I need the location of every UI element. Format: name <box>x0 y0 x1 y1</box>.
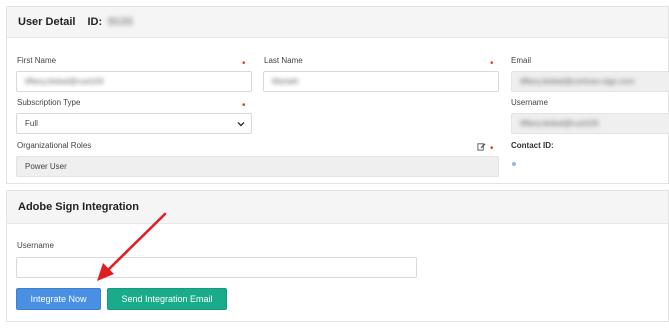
chevron-down-icon <box>237 122 245 127</box>
org-roles-value: Power User <box>25 162 67 171</box>
first-name-required-marker: • <box>242 58 246 69</box>
adobe-sign-panel: Adobe Sign Integration <box>6 190 669 322</box>
username-value: tiffany.bisbal@rust100 <box>520 119 599 128</box>
adobe-sign-header: Adobe Sign Integration <box>7 191 668 224</box>
integrate-now-button[interactable]: Integrate Now <box>16 288 101 310</box>
integration-username-label: Username <box>17 241 54 250</box>
contact-id-value-dot <box>512 162 516 166</box>
send-integration-email-button[interactable]: Send Integration Email <box>107 288 227 310</box>
subscription-type-value: Full <box>25 119 38 128</box>
org-roles-field: Power User <box>16 156 499 177</box>
org-roles-label: Organizational Roles <box>17 141 92 150</box>
org-roles-required-marker: • <box>490 143 494 154</box>
last-name-input[interactable]: Marlath <box>263 71 499 92</box>
user-detail-header: User Detail ID: 9133 <box>7 7 668 38</box>
last-name-value: Marlath <box>272 77 299 86</box>
email-label: Email <box>511 56 532 65</box>
integration-username-input[interactable] <box>16 257 417 278</box>
last-name-label: Last Name <box>264 56 303 65</box>
email-value: tiffany.bisbal@contoso-sign.com <box>520 77 635 86</box>
edit-icon[interactable] <box>477 142 486 151</box>
contact-id-label: Contact ID: <box>511 141 554 150</box>
subscription-type-select[interactable]: Full <box>16 113 252 134</box>
username-label: Username <box>511 98 548 107</box>
email-field: tiffany.bisbal@contoso-sign.com <box>511 71 669 92</box>
subscription-type-label: Subscription Type <box>17 98 81 107</box>
last-name-required-marker: • <box>490 58 494 69</box>
first-name-input[interactable]: tiffany.bisbal@rust100 <box>16 71 252 92</box>
first-name-value: tiffany.bisbal@rust100 <box>25 77 104 86</box>
page-title: User Detail <box>18 16 76 28</box>
username-field: tiffany.bisbal@rust100 <box>511 113 669 134</box>
adobe-sign-title: Adobe Sign Integration <box>18 201 139 213</box>
subscription-type-required-marker: • <box>242 100 246 111</box>
first-name-label: First Name <box>17 56 57 65</box>
id-label: ID: <box>87 16 103 28</box>
id-value: 9133 <box>108 16 133 28</box>
